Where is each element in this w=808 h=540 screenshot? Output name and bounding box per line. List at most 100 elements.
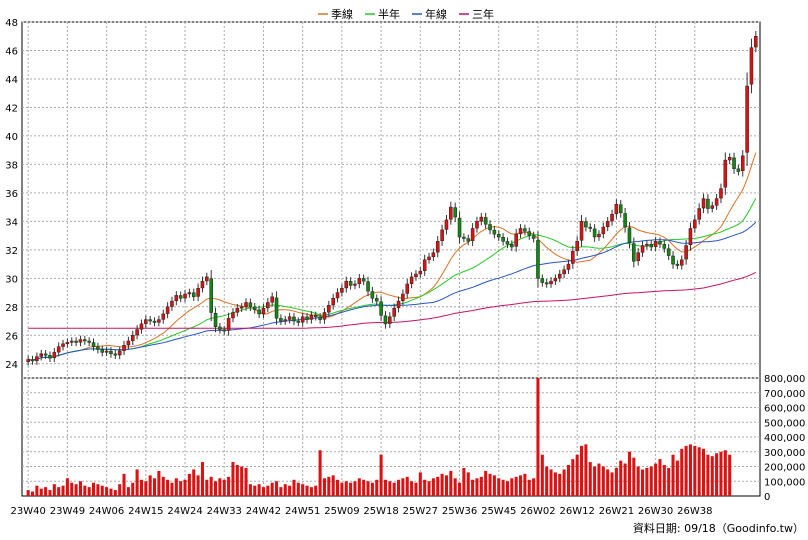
volume-bar bbox=[702, 448, 706, 496]
candle-body bbox=[26, 359, 30, 362]
volume-bar bbox=[135, 469, 139, 496]
candle-body bbox=[296, 320, 301, 323]
candle-body bbox=[361, 278, 366, 282]
volume-bar bbox=[279, 487, 283, 496]
volume-bar bbox=[235, 465, 239, 496]
candle-body bbox=[331, 298, 335, 306]
volume-bar bbox=[353, 481, 357, 496]
volume-bar bbox=[288, 485, 292, 496]
volume-axis-ticks: 0 100,000 200,000 300,000 400,000 500,000 600,… bbox=[764, 374, 805, 503]
volume-bar bbox=[309, 487, 313, 496]
volume-bar bbox=[200, 462, 204, 496]
volume-bar bbox=[619, 460, 623, 496]
volume-tick-8: 800,000 bbox=[764, 374, 805, 385]
price-tick-3: 30 bbox=[5, 274, 18, 285]
volume-bar bbox=[662, 465, 666, 496]
candle-body bbox=[366, 281, 370, 292]
volume-bar bbox=[83, 485, 87, 496]
candle-body bbox=[35, 356, 39, 361]
candle-body bbox=[723, 159, 728, 188]
candle-body bbox=[584, 221, 588, 228]
volume-bar bbox=[383, 479, 387, 496]
volume-bar bbox=[593, 466, 597, 496]
volume-tick-4: 400,000 bbox=[764, 433, 805, 444]
volume-bar bbox=[697, 447, 701, 496]
candle-body bbox=[144, 319, 148, 324]
candle-body bbox=[370, 291, 375, 299]
volume-bar bbox=[139, 479, 143, 496]
volume-bar bbox=[270, 482, 274, 496]
candle-body bbox=[401, 293, 405, 301]
candle-body bbox=[427, 256, 431, 260]
volume-bar bbox=[405, 476, 409, 496]
volume-bar bbox=[131, 482, 135, 496]
candle-body bbox=[518, 228, 523, 235]
volume-bar bbox=[144, 481, 148, 496]
candle-body bbox=[266, 302, 270, 309]
legend-label-1: 半年 bbox=[378, 7, 400, 21]
price-grid bbox=[21, 21, 761, 379]
candle-body bbox=[740, 155, 745, 171]
volume-tick-7: 700,000 bbox=[764, 389, 805, 400]
candle-body bbox=[684, 245, 688, 260]
candle-body bbox=[597, 233, 601, 238]
volume-bar bbox=[31, 491, 35, 496]
x-tick-1: 23W49 bbox=[50, 506, 85, 517]
price-tick-4: 32 bbox=[5, 246, 18, 257]
volume-bar bbox=[580, 445, 584, 496]
volume-bar bbox=[375, 479, 379, 496]
candle-body bbox=[91, 342, 96, 347]
candle-body bbox=[732, 157, 736, 169]
candle-body bbox=[257, 309, 261, 315]
candle-body bbox=[671, 255, 675, 265]
candle-body bbox=[191, 292, 196, 298]
candle-body bbox=[579, 221, 584, 241]
volume-bar bbox=[244, 467, 248, 496]
volume-bar bbox=[597, 463, 601, 496]
x-tick-11: 25W36 bbox=[442, 506, 477, 517]
candle-body bbox=[170, 300, 174, 307]
candle-body bbox=[396, 300, 401, 309]
x-tick-10: 25W27 bbox=[403, 506, 438, 517]
candle-body bbox=[231, 312, 235, 319]
candle-body bbox=[135, 329, 139, 336]
volume-tick-1: 100,000 bbox=[764, 477, 805, 488]
volume-bar bbox=[327, 476, 331, 496]
candle-body bbox=[374, 298, 379, 302]
volume-bar bbox=[48, 490, 52, 496]
volume-bar bbox=[728, 454, 732, 496]
volume-bar bbox=[710, 456, 714, 496]
candle-body bbox=[165, 306, 170, 314]
candle-body bbox=[357, 278, 362, 284]
x-tick-13: 26W02 bbox=[520, 506, 555, 517]
legend-label-0: 季線 bbox=[331, 7, 353, 21]
candle-body bbox=[632, 243, 636, 262]
candle-body bbox=[113, 353, 118, 356]
volume-bar bbox=[240, 466, 244, 496]
candle-body bbox=[209, 278, 213, 313]
volume-bar bbox=[174, 478, 178, 496]
volume-tick-6: 600,000 bbox=[764, 404, 805, 415]
candle-body bbox=[261, 307, 266, 314]
candle-body bbox=[283, 319, 288, 322]
volume-bar bbox=[305, 485, 309, 496]
volume-bar bbox=[261, 487, 265, 496]
volume-bar bbox=[322, 478, 326, 496]
volume-bar bbox=[187, 473, 191, 496]
volume-bar bbox=[536, 378, 540, 496]
volume-bar bbox=[65, 478, 69, 496]
candle-body bbox=[239, 306, 244, 309]
x-tick-15: 26W21 bbox=[599, 506, 634, 517]
candle-body bbox=[605, 221, 610, 228]
candle-body bbox=[566, 263, 571, 270]
volume-bar bbox=[401, 478, 405, 496]
candle-body bbox=[418, 270, 423, 275]
price-tick-11: 46 bbox=[5, 46, 18, 57]
volume-bar bbox=[26, 490, 30, 496]
volume-bar bbox=[113, 490, 117, 496]
candle-body bbox=[183, 293, 187, 299]
candle-body bbox=[327, 305, 331, 313]
candle-body bbox=[523, 228, 527, 232]
volume-bar bbox=[314, 485, 318, 496]
x-tick-0: 23W40 bbox=[11, 506, 46, 517]
